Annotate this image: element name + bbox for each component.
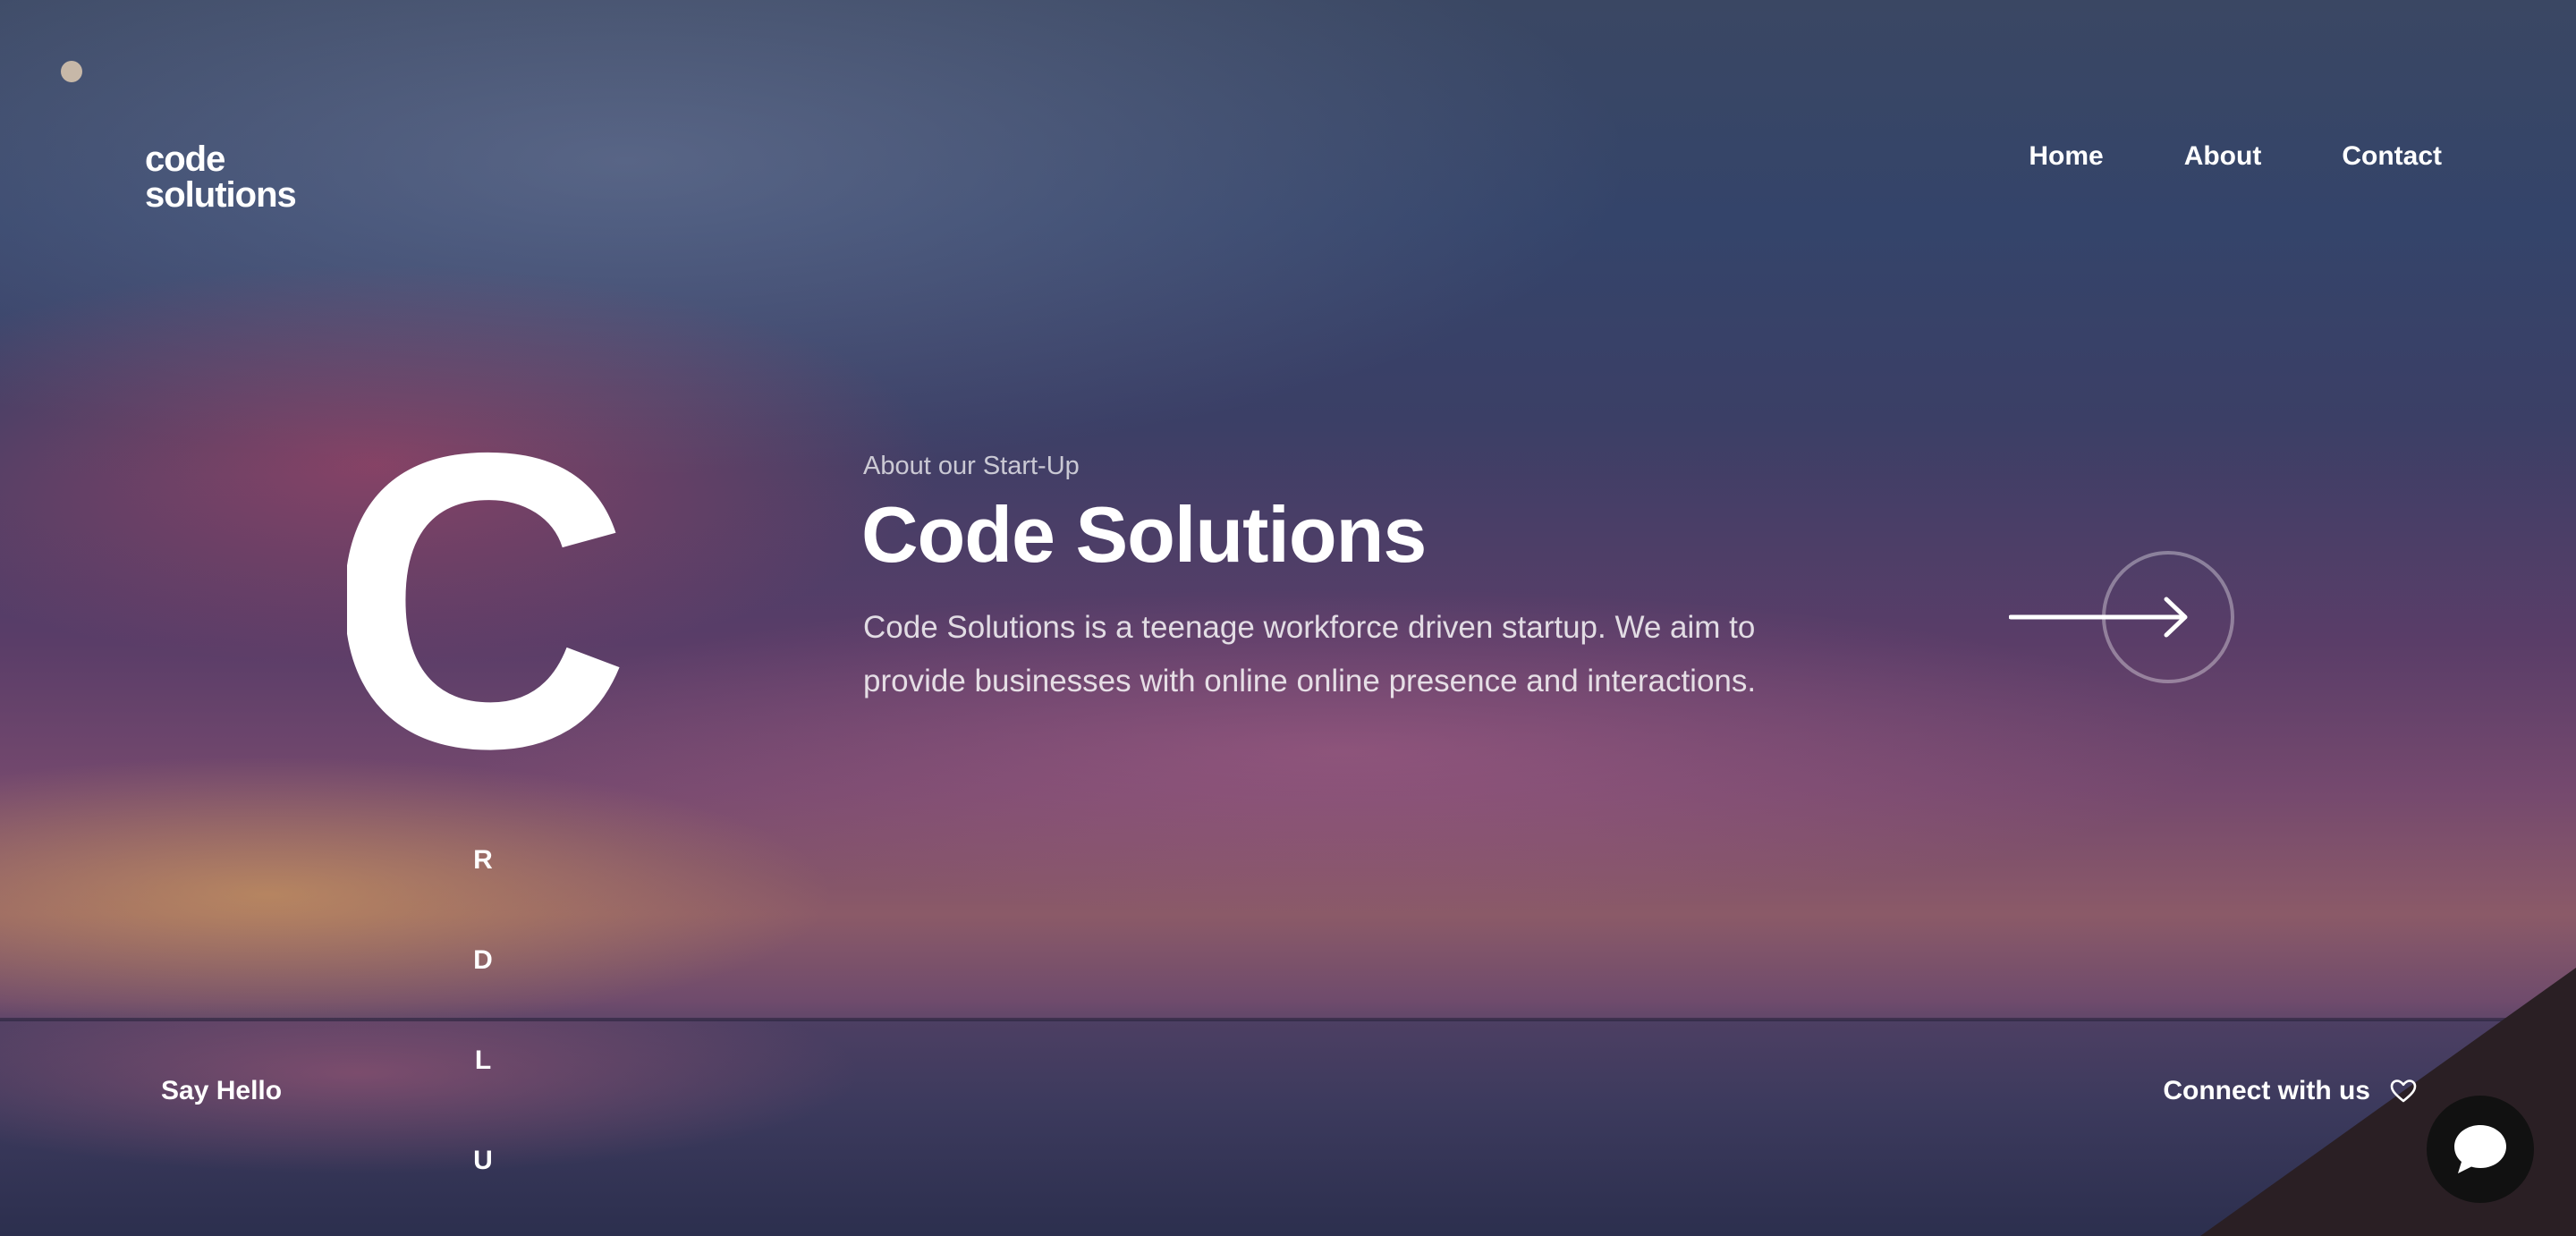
connect-link[interactable]: Connect with us: [2163, 1076, 2417, 1106]
big-letter-text: C: [347, 440, 631, 771]
hero-section: code solutions Home About Contact C R D …: [0, 0, 2576, 1236]
heart-icon: [2390, 1079, 2417, 1103]
cursor-dot: [61, 61, 82, 82]
say-hello-link[interactable]: Say Hello: [161, 1076, 282, 1106]
horizon: [0, 1018, 2576, 1021]
nav-contact[interactable]: Contact: [2342, 141, 2442, 172]
logo-line-2: solutions: [145, 175, 297, 215]
connect-label: Connect with us: [2163, 1076, 2370, 1105]
vertical-letter: D: [473, 945, 493, 975]
eyebrow-text: About our Start-Up: [863, 452, 1080, 480]
vertical-letter-list: R D L U: [465, 845, 501, 1176]
page-title: Code Solutions: [861, 490, 1427, 579]
nav-about[interactable]: About: [2184, 141, 2262, 172]
hero-description: Code Solutions is a teenage workforce dr…: [863, 610, 1757, 698]
next-slide-button[interactable]: [2008, 547, 2241, 687]
arrow-right-icon: [2008, 551, 2234, 683]
logo[interactable]: code solutions: [145, 140, 297, 215]
chat-bubble-icon: [2454, 1125, 2506, 1173]
sea-background: [0, 1020, 2576, 1236]
logo-line-1: code: [145, 140, 225, 179]
main-nav: Home About Contact: [2029, 141, 2442, 172]
vertical-letter: U: [473, 1146, 493, 1175]
chat-button[interactable]: [2427, 1096, 2534, 1203]
big-letter-c: C: [347, 440, 631, 771]
vertical-letter: R: [473, 845, 493, 875]
nav-home[interactable]: Home: [2029, 141, 2103, 172]
vertical-letter: L: [474, 1046, 492, 1075]
